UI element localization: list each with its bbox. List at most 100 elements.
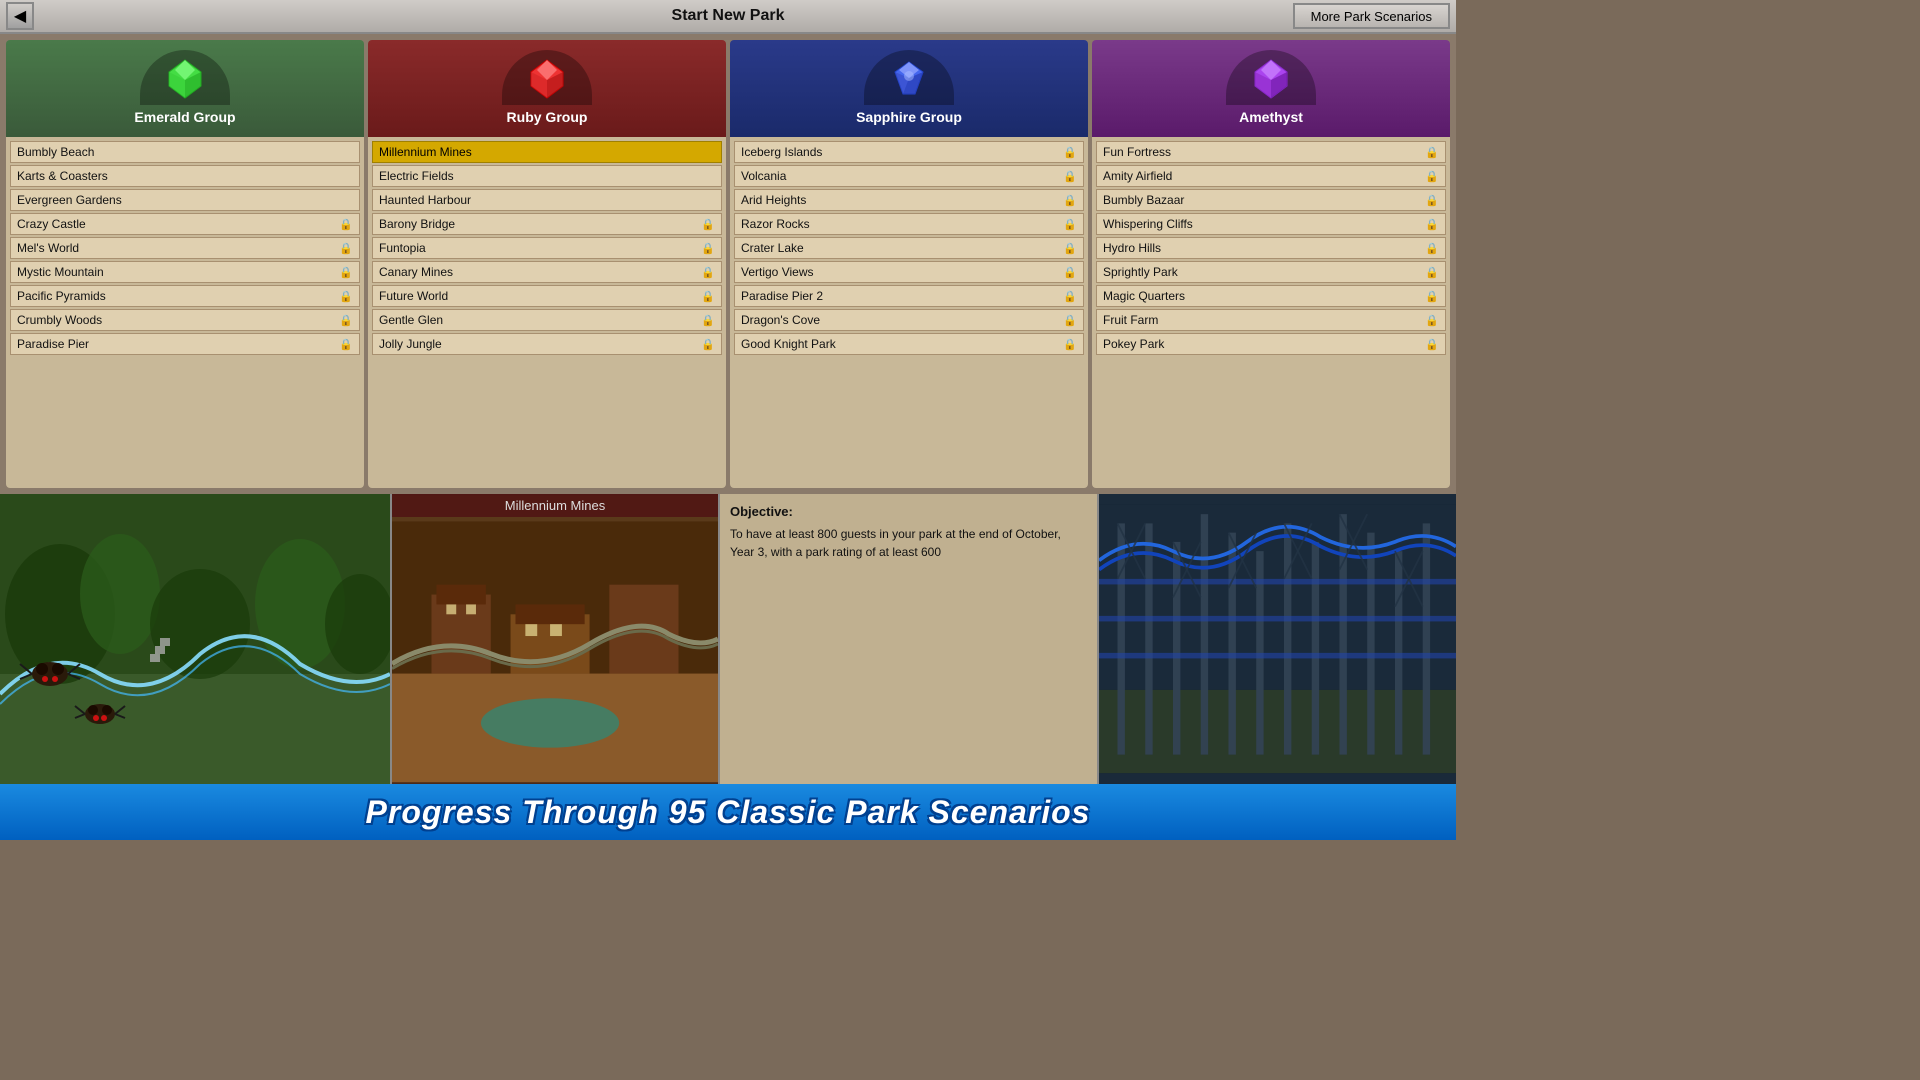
more-scenarios-button[interactable]: More Park Scenarios — [1293, 3, 1450, 29]
list-item[interactable]: Magic Quarters 🔒 — [1096, 285, 1446, 307]
list-item[interactable]: Electric Fields — [372, 165, 722, 187]
list-item[interactable]: Crazy Castle 🔒 — [10, 213, 360, 235]
sapphire-header: Sapphire Group — [730, 40, 1088, 137]
lock-icon: 🔒 — [701, 266, 715, 279]
list-item[interactable]: Millennium Mines — [372, 141, 722, 163]
list-item[interactable]: Jolly Jungle 🔒 — [372, 333, 722, 355]
lock-icon: 🔒 — [1425, 314, 1439, 327]
list-item[interactable]: Iceberg Islands 🔒 — [734, 141, 1084, 163]
lock-icon: 🔒 — [1063, 290, 1077, 303]
emerald-header: Emerald Group — [6, 40, 364, 137]
sapphire-park-list: Iceberg Islands 🔒 Volcania 🔒 Arid Height… — [730, 137, 1088, 488]
preview-title: Millennium Mines — [392, 494, 718, 517]
list-item[interactable]: Barony Bridge 🔒 — [372, 213, 722, 235]
list-item[interactable]: Paradise Pier 🔒 — [10, 333, 360, 355]
list-item[interactable]: Pacific Pyramids 🔒 — [10, 285, 360, 307]
amethyst-gem-arch — [1226, 50, 1316, 105]
lock-icon: 🔒 — [701, 290, 715, 303]
list-item[interactable]: Amity Airfield 🔒 — [1096, 165, 1446, 187]
list-item[interactable]: Hydro Hills 🔒 — [1096, 237, 1446, 259]
list-item[interactable]: Sprightly Park 🔒 — [1096, 261, 1446, 283]
list-item[interactable]: Dragon's Cove 🔒 — [734, 309, 1084, 331]
lock-icon: 🔒 — [1425, 146, 1439, 159]
ruby-park-list: Millennium Mines Electric Fields Haunted… — [368, 137, 726, 488]
center-preview: Millennium Mines — [390, 494, 720, 784]
list-item[interactable]: Funtopia 🔒 — [372, 237, 722, 259]
lock-icon: 🔒 — [1063, 218, 1077, 231]
right-preview — [1099, 494, 1456, 784]
lock-icon: 🔒 — [1425, 242, 1439, 255]
objective-panel: Objective: To have at least 800 guests i… — [720, 494, 1099, 784]
bottom-banner: Progress Through 95 Classic Park Scenari… — [0, 784, 1456, 840]
sapphire-group-panel: Sapphire Group Iceberg Islands 🔒 Volcani… — [730, 40, 1088, 488]
list-item[interactable]: Whispering Cliffs 🔒 — [1096, 213, 1446, 235]
emerald-gem-arch — [140, 50, 230, 105]
amethyst-gem-icon — [1249, 56, 1293, 100]
center-preview-art — [392, 494, 718, 784]
list-item[interactable]: Fruit Farm 🔒 — [1096, 309, 1446, 331]
lock-icon: 🔒 — [339, 266, 353, 279]
sapphire-gem-icon — [887, 56, 931, 100]
list-item[interactable]: Karts & Coasters — [10, 165, 360, 187]
bottom-section: Millennium Mines Objective: — [0, 494, 1456, 784]
lock-icon: 🔒 — [339, 314, 353, 327]
list-item[interactable]: Razor Rocks 🔒 — [734, 213, 1084, 235]
list-item[interactable]: Bumbly Bazaar 🔒 — [1096, 189, 1446, 211]
ruby-header: Ruby Group — [368, 40, 726, 137]
list-item[interactable]: Mel's World 🔒 — [10, 237, 360, 259]
list-item[interactable]: Volcania 🔒 — [734, 165, 1084, 187]
list-item[interactable]: Bumbly Beach — [10, 141, 360, 163]
lock-icon: 🔒 — [701, 338, 715, 351]
back-button[interactable]: ◀ — [6, 2, 34, 30]
lock-icon: 🔒 — [701, 242, 715, 255]
amethyst-header: Amethyst — [1092, 40, 1450, 137]
objective-label: Objective: — [730, 504, 1087, 519]
list-item[interactable]: Good Knight Park 🔒 — [734, 333, 1084, 355]
ruby-gem-icon — [525, 56, 569, 100]
ruby-group-panel: Ruby Group Millennium Mines Electric Fie… — [368, 40, 726, 488]
group-panels-container: Emerald Group Bumbly Beach Karts & Coast… — [0, 34, 1456, 494]
lock-icon: 🔒 — [1425, 266, 1439, 279]
left-preview-art — [0, 494, 390, 784]
lock-icon: 🔒 — [1063, 146, 1077, 159]
ruby-gem-arch — [502, 50, 592, 105]
list-item[interactable]: Crater Lake 🔒 — [734, 237, 1084, 259]
page-title: Start New Park — [672, 7, 785, 25]
amethyst-group-name: Amethyst — [1239, 109, 1303, 129]
lock-icon: 🔒 — [339, 290, 353, 303]
lock-icon: 🔒 — [1063, 338, 1077, 351]
right-preview-art — [1099, 494, 1456, 784]
lock-icon: 🔒 — [1425, 170, 1439, 183]
ruby-group-name: Ruby Group — [507, 109, 588, 129]
list-item[interactable]: Vertigo Views 🔒 — [734, 261, 1084, 283]
lock-icon: 🔒 — [1063, 314, 1077, 327]
list-item[interactable]: Arid Heights 🔒 — [734, 189, 1084, 211]
emerald-group-name: Emerald Group — [134, 109, 235, 129]
sapphire-gem-arch — [864, 50, 954, 105]
lock-icon: 🔒 — [1425, 338, 1439, 351]
list-item[interactable]: Paradise Pier 2 🔒 — [734, 285, 1084, 307]
lock-icon: 🔒 — [701, 314, 715, 327]
banner-text: Progress Through 95 Classic Park Scenari… — [366, 794, 1091, 831]
lock-icon: 🔒 — [1063, 266, 1077, 279]
sapphire-group-name: Sapphire Group — [856, 109, 962, 129]
list-item[interactable]: Canary Mines 🔒 — [372, 261, 722, 283]
list-item[interactable]: Crumbly Woods 🔒 — [10, 309, 360, 331]
list-item[interactable]: Haunted Harbour — [372, 189, 722, 211]
lock-icon: 🔒 — [1425, 194, 1439, 207]
list-item[interactable]: Fun Fortress 🔒 — [1096, 141, 1446, 163]
objective-text: To have at least 800 guests in your park… — [730, 525, 1087, 561]
list-item[interactable]: Mystic Mountain 🔒 — [10, 261, 360, 283]
list-item[interactable]: Evergreen Gardens — [10, 189, 360, 211]
lock-icon: 🔒 — [1063, 194, 1077, 207]
lock-icon: 🔒 — [1063, 242, 1077, 255]
lock-icon: 🔒 — [1063, 170, 1077, 183]
list-item[interactable]: Future World 🔒 — [372, 285, 722, 307]
list-item[interactable]: Gentle Glen 🔒 — [372, 309, 722, 331]
list-item[interactable]: Pokey Park 🔒 — [1096, 333, 1446, 355]
amethyst-park-list: Fun Fortress 🔒 Amity Airfield 🔒 Bumbly B… — [1092, 137, 1450, 488]
emerald-park-list: Bumbly Beach Karts & Coasters Evergreen … — [6, 137, 364, 488]
lock-icon: 🔒 — [339, 242, 353, 255]
lock-icon: 🔒 — [339, 218, 353, 231]
amethyst-group-panel: Amethyst Fun Fortress 🔒 Amity Airfield 🔒… — [1092, 40, 1450, 488]
